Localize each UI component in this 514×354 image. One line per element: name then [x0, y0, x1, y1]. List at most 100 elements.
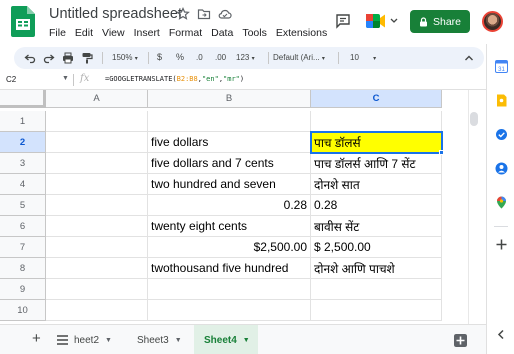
row-header-3[interactable]: 3 — [0, 153, 46, 174]
maps-icon[interactable] — [495, 196, 508, 209]
cell-c7[interactable]: $ 2,500.00 — [311, 237, 442, 258]
star-icon[interactable] — [176, 7, 190, 21]
add-sheet-icon[interactable]: + — [32, 331, 41, 346]
column-header-c[interactable]: C — [311, 90, 442, 108]
comments-icon[interactable] — [335, 13, 351, 29]
cell-c9[interactable] — [311, 279, 442, 300]
share-label: Share — [432, 15, 462, 28]
svg-text:31: 31 — [498, 67, 505, 73]
menu-extensions[interactable]: Extensions — [276, 27, 327, 39]
document-title[interactable]: Untitled spreadsheet — [49, 6, 182, 22]
cell-a4[interactable] — [46, 174, 148, 195]
spreadsheet-grid: A B C 1 2 3 4 5 6 7 8 9 10 five dollars … — [0, 90, 486, 324]
cell-b2[interactable]: five dollars — [148, 132, 311, 153]
menu-format[interactable]: Format — [169, 27, 202, 39]
contacts-icon[interactable] — [495, 162, 508, 175]
fill-handle[interactable] — [439, 150, 444, 155]
cell-c10[interactable] — [311, 300, 442, 321]
row-header-10[interactable]: 10 — [0, 300, 46, 321]
cell-c8[interactable]: दोनशे आणि पाचशे — [311, 258, 442, 279]
currency-format-button[interactable]: $ — [157, 52, 162, 62]
paint-format-icon[interactable] — [81, 52, 93, 64]
cell-c5[interactable]: 0.28 — [311, 195, 442, 216]
cell-b7[interactable]: $2,500.00 — [148, 237, 311, 258]
cell-a9[interactable] — [46, 279, 148, 300]
row-header-5[interactable]: 5 — [0, 195, 46, 216]
cell-c2[interactable]: पाच डॉलर्स — [311, 132, 442, 153]
toolbar-divider — [268, 52, 269, 64]
all-sheets-menu-icon[interactable] — [57, 335, 68, 345]
cell-a1[interactable] — [46, 111, 148, 132]
menu-data[interactable]: Data — [211, 27, 233, 39]
increase-decimal-button[interactable]: .00 — [215, 53, 226, 62]
menu-file[interactable]: File — [49, 27, 66, 39]
font-family-select[interactable]: Default (Ari... ▾ — [273, 53, 325, 62]
account-avatar[interactable] — [482, 11, 503, 32]
row-header-6[interactable]: 6 — [0, 216, 46, 237]
font-size-select[interactable]: 10 ▾ — [350, 53, 376, 62]
cell-b9[interactable] — [148, 279, 311, 300]
name-box-dropdown-icon[interactable]: ▼ — [62, 75, 69, 82]
share-button[interactable]: Share — [410, 10, 470, 33]
side-panel-toggle-icon[interactable] — [495, 328, 508, 341]
cell-c6[interactable]: बावीस सेंट — [311, 216, 442, 237]
more-formats-select[interactable]: 123 ▾ — [236, 53, 255, 62]
cell-b10[interactable] — [148, 300, 311, 321]
cell-b5[interactable]: 0.28 — [148, 195, 311, 216]
column-header-b[interactable]: B — [148, 90, 311, 108]
select-all-corner[interactable] — [0, 90, 46, 108]
cell-c3[interactable]: पाच डॉलर्स आणि 7 सेंट — [311, 153, 442, 174]
cell-a5[interactable] — [46, 195, 148, 216]
toolbar-divider — [148, 52, 149, 64]
cell-a8[interactable] — [46, 258, 148, 279]
sheet-tab-sheet3[interactable]: Sheet3 ▼ — [137, 325, 197, 354]
row-header-1[interactable]: 1 — [0, 111, 46, 132]
formula-close-paren: ) — [239, 75, 245, 83]
keep-icon[interactable] — [495, 94, 508, 107]
sheet-tab-sheet2[interactable]: heet2 ▼ — [72, 325, 132, 354]
cell-a2[interactable] — [46, 132, 148, 153]
vertical-scrollbar-thumb[interactable] — [470, 112, 478, 126]
formula-range: B2:B8 — [176, 75, 198, 83]
undo-icon[interactable] — [24, 52, 36, 64]
cell-c4[interactable]: दोनशे सात — [311, 174, 442, 195]
add-addon-icon[interactable] — [495, 238, 508, 251]
name-box[interactable]: C2 — [6, 75, 16, 84]
menu-tools[interactable]: Tools — [242, 27, 267, 39]
cell-b6[interactable]: twenty eight cents — [148, 216, 311, 237]
formula-input[interactable]: =GOOGLETRANSLATE(B2:B8,"en","mr") — [105, 75, 244, 83]
explore-icon[interactable] — [454, 334, 467, 347]
calendar-icon[interactable]: 31 — [495, 60, 508, 73]
cell-b3[interactable]: five dollars and 7 cents — [148, 153, 311, 174]
menu-insert[interactable]: Insert — [134, 27, 160, 39]
cell-a10[interactable] — [46, 300, 148, 321]
sheet-tab-sheet4[interactable]: Sheet4 ▼ — [194, 325, 258, 354]
collapse-toolbar-icon[interactable] — [463, 52, 475, 64]
sheet-tab-label: Sheet4 — [204, 334, 237, 346]
row-header-7[interactable]: 7 — [0, 237, 46, 258]
cell-a3[interactable] — [46, 153, 148, 174]
percent-format-button[interactable]: % — [176, 52, 184, 62]
decrease-decimal-button[interactable]: .0 — [196, 53, 203, 62]
tasks-icon[interactable] — [495, 128, 508, 141]
move-folder-icon[interactable] — [197, 7, 211, 21]
cell-b8[interactable]: twothousand five hundred — [148, 258, 311, 279]
row-header-2[interactable]: 2 — [0, 132, 46, 153]
cloud-status-icon[interactable] — [218, 7, 232, 21]
meet-icon[interactable] — [364, 11, 400, 31]
menu-view[interactable]: View — [102, 27, 125, 39]
row-header-8[interactable]: 8 — [0, 258, 46, 279]
print-icon[interactable] — [62, 52, 74, 64]
cell-a6[interactable] — [46, 216, 148, 237]
sheets-logo-icon[interactable] — [11, 6, 35, 37]
row-header-4[interactable]: 4 — [0, 174, 46, 195]
zoom-select[interactable]: 150% ▾ — [112, 53, 138, 62]
redo-icon[interactable] — [43, 52, 55, 64]
cell-c1[interactable] — [311, 111, 442, 132]
menu-edit[interactable]: Edit — [75, 27, 93, 39]
cell-a7[interactable] — [46, 237, 148, 258]
cell-b4[interactable]: two hundred and seven — [148, 174, 311, 195]
column-header-a[interactable]: A — [46, 90, 148, 108]
row-header-9[interactable]: 9 — [0, 279, 46, 300]
cell-b1[interactable] — [148, 111, 311, 132]
